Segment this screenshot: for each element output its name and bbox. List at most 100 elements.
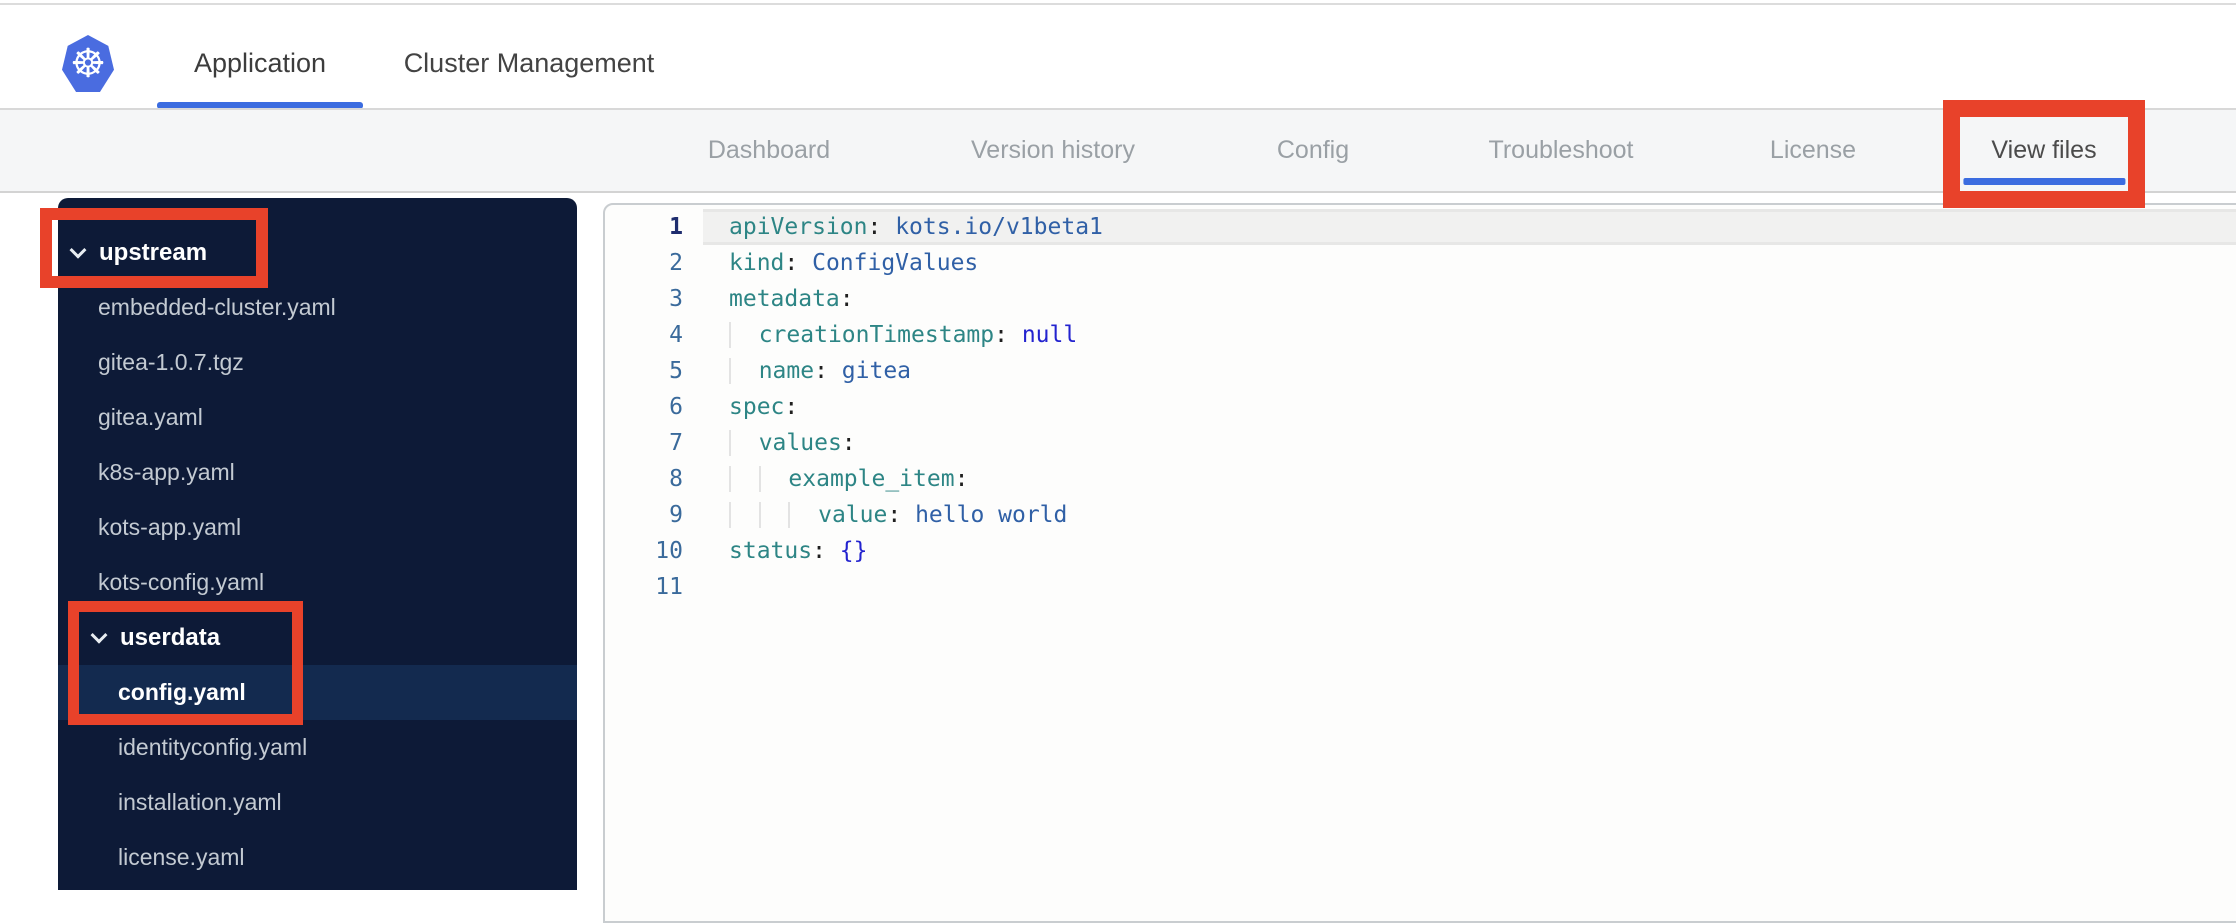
subnav-item-config[interactable]: Config	[1277, 110, 1349, 191]
file-content-editor[interactable]: 1 apiVersion: kots.io/v1beta1 2 kind: Confi…	[603, 203, 2236, 923]
tree-label: identityconfig.yaml	[118, 734, 308, 760]
token-key: apiVersion	[729, 214, 868, 240]
indent-guide	[729, 430, 759, 456]
code-line-11: 11	[605, 569, 2236, 605]
tree-file-kots-app-yaml[interactable]: kots-app.yaml	[58, 500, 577, 555]
token-val: ConfigValues	[812, 250, 979, 276]
tree-label: gitea.yaml	[98, 404, 203, 430]
code-line-7: 7 values:	[605, 425, 2236, 461]
token-key: metadata	[729, 286, 840, 312]
header-tab-cluster-management[interactable]: Cluster Management	[404, 45, 655, 81]
code-line-3: 3 metadata:	[605, 281, 2236, 317]
code-line-1: 1 apiVersion: kots.io/v1beta1	[605, 209, 2236, 245]
line-number: 11	[655, 574, 683, 600]
token-key: value	[818, 502, 888, 528]
token-colon: :	[839, 286, 854, 312]
indent-guide	[758, 502, 789, 528]
code-text: apiVersion: kots.io/v1beta1	[703, 209, 2236, 245]
line-number: 8	[669, 466, 683, 492]
token-colon: :	[867, 214, 896, 240]
token-key: name	[758, 358, 815, 384]
token-key: kind	[729, 250, 785, 276]
tree-folder-userdata[interactable]: userdata	[58, 610, 577, 665]
token-key: spec	[729, 394, 785, 420]
line-number: 1	[669, 214, 683, 240]
kubernetes-logo-icon: ☸	[62, 35, 114, 92]
tree-file-kots-config-yaml[interactable]: kots-config.yaml	[58, 555, 577, 610]
line-number: 10	[655, 538, 683, 564]
tree-file-config-yaml[interactable]: config.yaml	[58, 665, 577, 720]
code-text: value: hello world	[703, 497, 2236, 533]
token-key: status	[729, 538, 813, 564]
code-text: metadata:	[703, 281, 2236, 317]
tree-file-identityconfig-yaml[interactable]: identityconfig.yaml	[58, 720, 577, 775]
token-atom: null	[1021, 322, 1078, 348]
token-colon: :	[784, 250, 813, 276]
token-val: kots.io/v1beta1	[895, 214, 1103, 240]
code-line-8: 8 example_item:	[605, 461, 2236, 497]
tree-label: upstream	[99, 238, 208, 266]
tree-file-gitea-1-0-7-tgz[interactable]: gitea-1.0.7.tgz	[58, 335, 577, 390]
helm-wheel-glyph: ☸	[70, 40, 106, 87]
token-colon: :	[812, 538, 840, 564]
token-colon: :	[954, 466, 969, 492]
code-line-10: 10 status: {}	[605, 533, 2236, 569]
tree-label: k8s-app.yaml	[98, 459, 235, 485]
tree-folder-upstream[interactable]: upstream	[58, 225, 577, 280]
code-text: creationTimestamp: null	[703, 317, 2236, 353]
indent-guide	[729, 358, 759, 384]
line-number: 6	[669, 394, 683, 420]
indent-guide	[729, 322, 759, 348]
code-text: status: {}	[703, 533, 2236, 569]
code-text: values:	[703, 425, 2236, 461]
file-tree-sidebar: upstream embedded-cluster.yaml gitea-1.0.7…	[58, 198, 577, 890]
tree-file-k8s-app-yaml[interactable]: k8s-app.yaml	[58, 445, 577, 500]
subnav-item-troubleshoot[interactable]: Troubleshoot	[1489, 110, 1634, 191]
line-number: 2	[669, 250, 683, 276]
token-atom: {}	[839, 538, 868, 564]
subnav-item-license[interactable]: License	[1770, 110, 1856, 191]
tree-file-embedded-cluster-yaml[interactable]: embedded-cluster.yaml	[58, 280, 577, 335]
subnav-item-view-files[interactable]: View files	[1991, 110, 2096, 191]
code-line-9: 9 value: hello world	[605, 497, 2236, 533]
code-text: name: gitea	[703, 353, 2236, 389]
header-tab-application[interactable]: Application	[194, 45, 326, 81]
tree-file-license-yaml[interactable]: license.yaml	[58, 830, 577, 885]
code-line-6: 6 spec:	[605, 389, 2236, 425]
indent-guide	[729, 466, 759, 492]
token-key: example_item	[788, 466, 955, 492]
tree-label: installation.yaml	[118, 789, 282, 815]
code-line-2: 2 kind: ConfigValues	[605, 245, 2236, 281]
line-number: 7	[669, 430, 683, 456]
tree-file-gitea-yaml[interactable]: gitea.yaml	[58, 390, 577, 445]
code-text: kind: ConfigValues	[703, 245, 2236, 281]
indent-guide	[788, 502, 819, 528]
chevron-down-icon	[69, 241, 87, 259]
tree-label: embedded-cluster.yaml	[98, 294, 336, 320]
tree-label: userdata	[120, 623, 221, 651]
subnav-item-version-history[interactable]: Version history	[971, 110, 1135, 191]
tree-label: license.yaml	[118, 844, 245, 870]
subnav-item-dashboard[interactable]: Dashboard	[708, 110, 830, 191]
line-number: 5	[669, 358, 683, 384]
tree-label: gitea-1.0.7.tgz	[98, 349, 244, 375]
token-colon: :	[784, 394, 799, 420]
line-number: 4	[669, 322, 683, 348]
line-number: 3	[669, 286, 683, 312]
indent-guide	[729, 502, 759, 528]
tree-label: kots-config.yaml	[98, 569, 265, 595]
token-colon: :	[887, 502, 916, 528]
tree-label: config.yaml	[118, 679, 246, 705]
token-colon: :	[841, 430, 856, 456]
tree-file-installation-yaml[interactable]: installation.yaml	[58, 775, 577, 830]
app-header: ☸ Application Cluster Management	[0, 5, 2236, 109]
token-colon: :	[814, 358, 842, 384]
indent-guide	[758, 466, 789, 492]
code-text: spec:	[703, 389, 2236, 425]
token-val: gitea	[841, 358, 912, 384]
token-key: creationTimestamp	[758, 322, 995, 348]
chevron-down-icon	[90, 626, 108, 644]
line-number: 9	[669, 502, 683, 528]
code-text: example_item:	[703, 461, 2236, 497]
